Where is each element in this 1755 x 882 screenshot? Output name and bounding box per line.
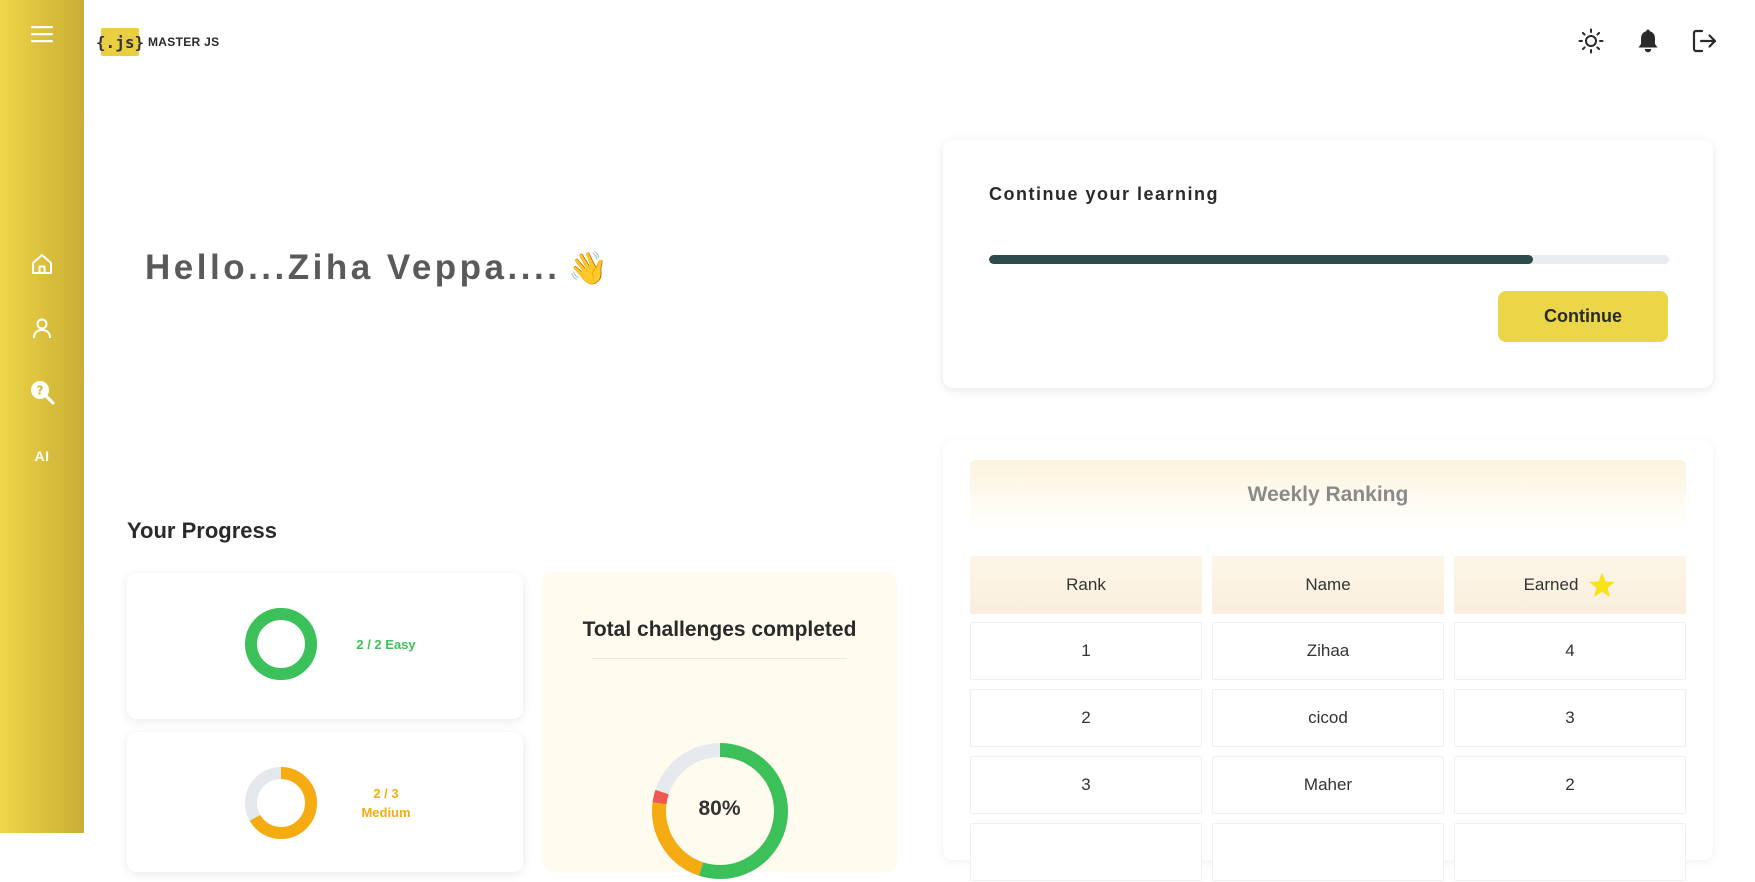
app-name: MASTER JS	[148, 35, 220, 49]
column-header-name: Name	[1212, 556, 1444, 614]
sidebar-item-profile[interactable]	[22, 308, 62, 348]
your-progress-title: Your Progress	[127, 518, 277, 543]
row-2-earned: 3	[1454, 689, 1686, 747]
sidebar-item-quiz[interactable]: ?	[22, 372, 62, 412]
row-1-earned: 4	[1454, 622, 1686, 680]
sun-icon	[1578, 28, 1604, 54]
continue-button[interactable]: Continue	[1498, 291, 1668, 342]
total-challenges-card: Total challenges completed 80%	[542, 572, 897, 879]
earned-label: Earned	[1523, 575, 1579, 594]
total-challenges-percent: 80%	[698, 797, 741, 820]
column-header-rank: Rank	[970, 556, 1202, 614]
home-icon	[32, 254, 52, 274]
weekly-ranking-card: Weekly Ranking Rank Name Earned 1 Zihaa …	[943, 440, 1713, 881]
medium-progress-card: 2 / 3 Medium	[127, 732, 523, 872]
sidebar-item-home[interactable]	[22, 244, 62, 284]
row-1-name: Zihaa	[1212, 622, 1444, 680]
svg-text:?: ?	[37, 384, 44, 398]
star-icon	[1589, 572, 1616, 597]
row-2-name: cicod	[1212, 689, 1444, 747]
easy-donut-arc	[245, 608, 317, 680]
user-icon	[33, 318, 51, 339]
medium-donut-chart	[245, 767, 317, 839]
sidebar-item-ai[interactable]: AI	[22, 436, 62, 476]
row-4-placeholder	[1212, 823, 1444, 881]
total-challenges-title: Total challenges completed	[582, 618, 857, 641]
waving-hand-icon: 👋	[568, 250, 612, 286]
greeting-text: Hello...Ziha Veppa....	[145, 248, 561, 287]
easy-donut-chart	[245, 608, 317, 680]
row-1-rank: 1	[970, 622, 1202, 680]
hamburger-icon	[31, 26, 53, 43]
learning-progress-fill	[989, 255, 1533, 264]
row-2-rank: 2	[970, 689, 1202, 747]
sidebar: ? AI	[0, 0, 84, 833]
continue-learning-card: Continue your learning Continue	[943, 140, 1713, 388]
medium-progress-difficulty: Medium	[361, 805, 411, 820]
question-search-icon: ?	[31, 381, 55, 405]
app-logo[interactable]: {.js} MASTER JS	[96, 28, 220, 56]
logo-mark: {.js}	[96, 28, 144, 56]
row-4-placeholder	[970, 823, 1202, 881]
total-challenges-divider	[592, 658, 847, 659]
row-3-earned: 2	[1454, 756, 1686, 814]
continue-learning-title: Continue your learning	[989, 184, 1220, 204]
medium-progress-label: 2 / 3 Medium	[341, 784, 431, 822]
easy-progress-label: 2 / 2 Easy	[356, 637, 416, 652]
easy-progress-card: 2 / 2 Easy	[127, 573, 523, 719]
medium-progress-count: 2 / 3	[373, 786, 399, 801]
weekly-ranking-title: Weekly Ranking	[970, 460, 1686, 530]
bell-icon	[1638, 29, 1658, 53]
logout-button[interactable]	[1689, 26, 1719, 56]
logout-icon	[1692, 29, 1717, 53]
learning-progress-bar	[989, 255, 1669, 264]
row-3-name: Maher	[1212, 756, 1444, 814]
column-header-earned: Earned	[1454, 556, 1686, 614]
greeting-heading: Hello...Ziha Veppa.... 👋	[145, 248, 612, 288]
notifications-button[interactable]	[1633, 26, 1663, 56]
row-3-rank: 3	[970, 756, 1202, 814]
menu-toggle-button[interactable]	[22, 14, 62, 54]
theme-toggle-button[interactable]	[1576, 26, 1606, 56]
row-4-placeholder	[1454, 823, 1686, 881]
